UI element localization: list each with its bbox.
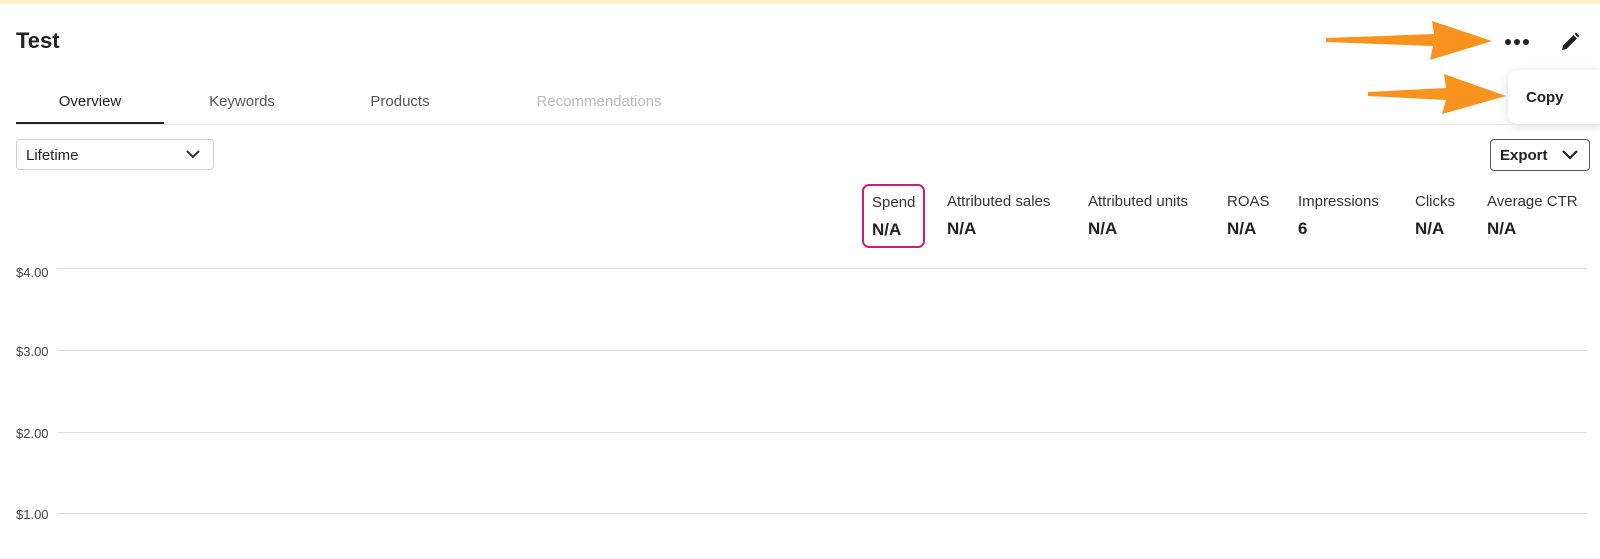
- chart-gridline: [57, 432, 1587, 433]
- y-axis-tick-label: $1.00: [16, 507, 49, 522]
- chevron-down-icon: [186, 150, 200, 159]
- more-options-button[interactable]: [1502, 27, 1532, 57]
- date-range-select[interactable]: Lifetime: [16, 139, 214, 170]
- metric-label: Attributed units: [1088, 193, 1189, 210]
- date-range-value: Lifetime: [26, 147, 79, 164]
- top-banner-strip: [0, 0, 1600, 4]
- tab-bar: Overview Keywords Products Recommendatio…: [16, 84, 1600, 125]
- metric-clicks[interactable]: Clicks N/A: [1415, 193, 1455, 239]
- pencil-icon: [1562, 32, 1580, 50]
- y-axis-tick-label: $3.00: [16, 344, 49, 359]
- metric-roas[interactable]: ROAS N/A: [1227, 193, 1270, 239]
- tab-recommendations: Recommendations: [536, 93, 662, 110]
- tab-overview[interactable]: Overview: [16, 84, 164, 124]
- y-axis-tick-label: $2.00: [16, 426, 49, 441]
- metric-label: Attributed sales: [947, 193, 1051, 210]
- tab-keywords[interactable]: Keywords: [180, 84, 304, 122]
- chart-gridline: [57, 513, 1587, 514]
- chevron-down-icon: [1562, 150, 1578, 160]
- page-title: Test: [16, 28, 60, 53]
- metric-value: N/A: [872, 220, 902, 239]
- export-button-label: Export: [1500, 147, 1548, 164]
- metric-value: 6: [1298, 219, 1308, 238]
- export-button[interactable]: Export: [1490, 139, 1590, 171]
- y-axis-tick-label: $4.00: [16, 265, 49, 280]
- edit-button[interactable]: [1555, 27, 1585, 57]
- metric-label: ROAS: [1227, 193, 1270, 210]
- metric-impressions[interactable]: Impressions 6: [1298, 193, 1379, 239]
- tab-products[interactable]: Products: [338, 84, 462, 122]
- chart-gridline: [57, 350, 1587, 351]
- metric-attributed-units[interactable]: Attributed units N/A: [1088, 193, 1188, 239]
- metric-label: Average CTR: [1487, 193, 1578, 210]
- metric-attributed-sales[interactable]: Attributed sales N/A: [947, 193, 1050, 239]
- metric-value: N/A: [1415, 219, 1445, 238]
- metric-value: N/A: [1227, 219, 1257, 238]
- metric-label: Impressions: [1298, 193, 1379, 210]
- more-horizontal-icon: [1505, 39, 1529, 45]
- annotation-arrow-more: [1326, 21, 1492, 60]
- metric-label: Spend: [872, 194, 916, 211]
- metric-label: Clicks: [1415, 193, 1455, 210]
- metric-value: N/A: [947, 219, 977, 238]
- metric-average-ctr[interactable]: Average CTR N/A: [1487, 193, 1578, 239]
- metric-value: N/A: [1487, 219, 1517, 238]
- metric-spend[interactable]: Spend N/A: [862, 184, 926, 248]
- chart-gridline: [57, 268, 1587, 269]
- metric-value: N/A: [1088, 219, 1118, 238]
